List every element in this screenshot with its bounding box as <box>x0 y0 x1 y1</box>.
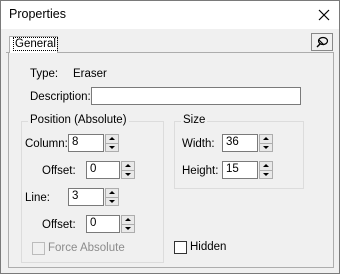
pin-icon <box>316 36 329 48</box>
arrow-up-icon <box>109 191 115 195</box>
arrow-up-icon <box>109 137 115 141</box>
arrow-down-icon <box>109 145 115 149</box>
properties-window: Properties General Type: Eraser Descript… <box>0 0 340 274</box>
title-bar[interactable]: Properties <box>1 1 339 29</box>
height-label: Height: <box>182 165 219 177</box>
width-input[interactable]: 36 <box>222 134 258 152</box>
line-offset-spinner[interactable]: 0 <box>86 215 135 233</box>
width-up-button[interactable] <box>259 134 273 144</box>
width-spinner[interactable]: 36 <box>222 134 273 152</box>
column-offset-down-button[interactable] <box>121 170 135 179</box>
column-down-button[interactable] <box>105 143 119 152</box>
description-input[interactable] <box>91 87 301 105</box>
line-down-button[interactable] <box>105 197 119 206</box>
type-value: Eraser <box>73 68 107 80</box>
size-group-title: Size <box>181 114 208 126</box>
line-spinner[interactable]: 3 <box>68 188 119 206</box>
arrow-down-icon <box>263 172 269 176</box>
arrow-down-icon <box>125 172 131 176</box>
pin-button[interactable] <box>311 33 333 51</box>
close-icon <box>318 9 330 21</box>
line-offset-down-button[interactable] <box>121 224 135 233</box>
column-offset-spinner[interactable]: 0 <box>86 161 135 179</box>
arrow-up-icon <box>263 137 269 141</box>
line-offset-input[interactable]: 0 <box>86 215 120 233</box>
width-down-button[interactable] <box>259 143 273 152</box>
arrow-down-icon <box>125 226 131 230</box>
force-absolute-label: Force Absolute <box>48 242 125 254</box>
height-input[interactable]: 15 <box>222 161 258 179</box>
description-label: Description: <box>30 91 91 103</box>
arrow-up-icon <box>263 164 269 168</box>
column-offset-up-button[interactable] <box>121 161 135 171</box>
type-label: Type: <box>30 68 59 80</box>
arrow-up-icon <box>125 164 131 168</box>
hidden-label: Hidden <box>190 241 227 253</box>
line-offset-up-button[interactable] <box>121 215 135 225</box>
hidden-checkbox[interactable] <box>174 241 187 254</box>
arrow-down-icon <box>109 199 115 203</box>
force-absolute-checkbox[interactable] <box>32 242 45 255</box>
line-offset-label: Offset: <box>42 219 76 231</box>
line-label: Line: <box>25 192 50 204</box>
height-down-button[interactable] <box>259 170 273 179</box>
arrow-up-icon <box>125 218 131 222</box>
window-title: Properties <box>9 7 66 21</box>
column-offset-label: Offset: <box>42 165 76 177</box>
line-up-button[interactable] <box>105 188 119 198</box>
position-group-title: Position (Absolute) <box>28 114 129 126</box>
close-button[interactable] <box>309 1 339 29</box>
column-offset-input[interactable]: 0 <box>86 161 120 179</box>
column-input[interactable]: 8 <box>68 134 104 152</box>
height-up-button[interactable] <box>259 161 273 171</box>
tab-general[interactable]: General <box>9 36 58 53</box>
width-label: Width: <box>182 138 215 150</box>
tab-general-label: General <box>13 37 58 51</box>
line-input[interactable]: 3 <box>68 188 104 206</box>
arrow-down-icon <box>263 145 269 149</box>
height-spinner[interactable]: 15 <box>222 161 273 179</box>
column-spinner[interactable]: 8 <box>68 134 119 152</box>
column-label: Column: <box>25 138 68 150</box>
column-up-button[interactable] <box>105 134 119 144</box>
